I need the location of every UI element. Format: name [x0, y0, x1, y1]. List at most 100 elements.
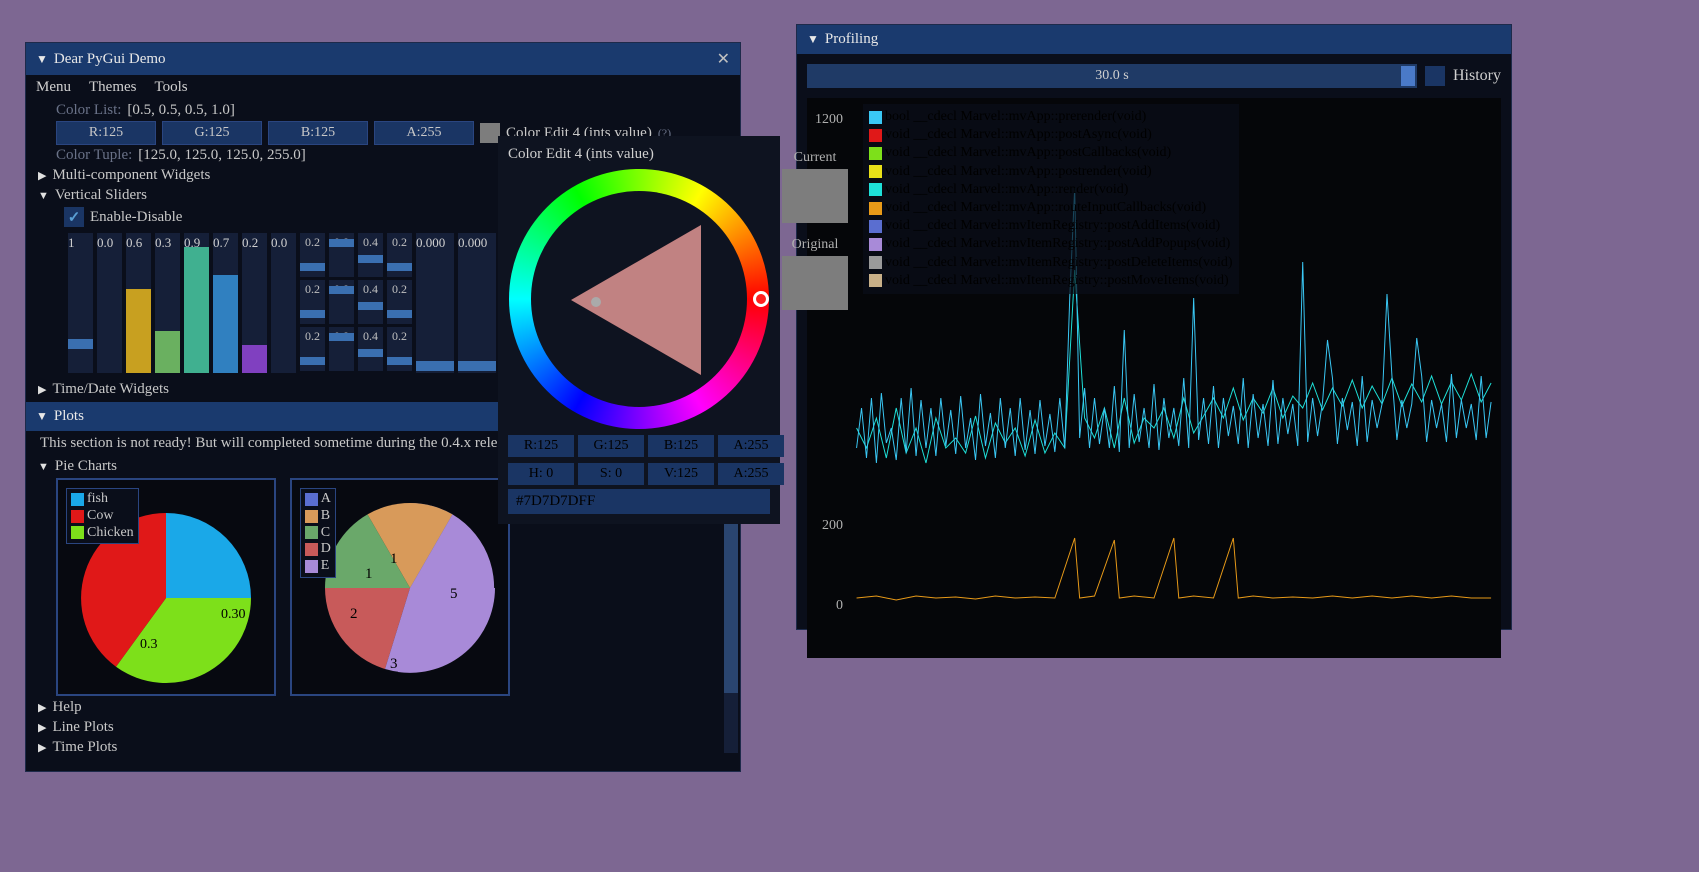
collapse-icon[interactable]: ▼ [807, 32, 819, 47]
menu-menu[interactable]: Menu [36, 79, 71, 96]
picker-r[interactable]: R:125 [508, 435, 574, 457]
menu-tools[interactable]: Tools [154, 79, 187, 96]
vslider-1[interactable]: 0.6 [126, 233, 151, 373]
mini-slider[interactable]: 0.4 [358, 280, 383, 324]
legend-label: bool __cdecl Marvel::mvApp::prerender(vo… [885, 108, 1146, 126]
color-a-field[interactable]: A:255 [374, 121, 474, 145]
menu-themes[interactable]: Themes [89, 79, 136, 96]
caret-down-icon: ▼ [38, 461, 49, 473]
mini-slider[interactable]: 0.2 [387, 327, 412, 371]
collapse-icon[interactable]: ▼ [36, 52, 48, 67]
original-label: Original [782, 237, 848, 253]
legend-item[interactable]: void __cdecl Marvel::mvItemRegistry::pos… [869, 235, 1233, 253]
tree-help[interactable]: ▶Help [38, 699, 728, 716]
mini-slider[interactable]: 0.2 [300, 327, 325, 371]
legend-item[interactable]: void __cdecl Marvel::mvItemRegistry::pos… [869, 217, 1233, 235]
legend-item[interactable]: void __cdecl Marvel::mvApp::routeInputCa… [869, 199, 1233, 217]
svg-text:0.3: 0.3 [140, 637, 158, 652]
legend-swatch-icon [869, 202, 882, 215]
mini-slider[interactable]: 0.4 [358, 233, 383, 277]
history-checkbox[interactable] [1425, 66, 1445, 86]
pie-chart-1[interactable]: 0.30 0.3 fish Cow Chicken [56, 478, 276, 696]
picker-h[interactable]: H: 0 [508, 463, 574, 485]
legend-swatch-icon [869, 165, 882, 178]
history-slider[interactable]: 30.0 s [807, 64, 1417, 88]
vslider-5[interactable]: 0.2 [242, 233, 267, 373]
caret-down-icon: ▼ [38, 190, 49, 202]
slider-handle-icon[interactable] [1401, 66, 1415, 86]
svg-text:1: 1 [365, 566, 373, 582]
vslider-col-0: 0.2 0.2 0.2 [300, 233, 325, 371]
picker-hex[interactable]: #7D7D7DFF [508, 489, 770, 514]
legend-swatch-icon [869, 256, 882, 269]
color-b-field[interactable]: B:125 [268, 121, 368, 145]
picker-swatches: Current Original [782, 150, 848, 310]
sv-handle-icon[interactable] [591, 297, 601, 307]
caret-right-icon: ▶ [38, 741, 46, 754]
legend-swatch-icon [869, 220, 882, 233]
legend-item[interactable]: void __cdecl Marvel::mvApp::postCallback… [869, 144, 1233, 162]
legend-item[interactable]: void __cdecl Marvel::mvItemRegistry::pos… [869, 254, 1233, 272]
legend-item[interactable]: bool __cdecl Marvel::mvApp::prerender(vo… [869, 108, 1233, 126]
color-tuple-label: Color Tuple: [56, 147, 132, 164]
demo-titlebar[interactable]: ▼ Dear PyGui Demo ✕ [26, 43, 740, 75]
legend-item[interactable]: void __cdecl Marvel::mvApp::postAsync(vo… [869, 126, 1233, 144]
profiling-plot[interactable]: 1200 200 0 bool __cdecl Marvel::mvApp::p… [807, 98, 1501, 658]
vslider-6[interactable]: 0.0 [271, 233, 296, 373]
pie-chart-2[interactable]: 5 3 2 1 1 A B C D E [290, 478, 510, 696]
legend-item[interactable]: void __cdecl Marvel::mvApp::render(void) [869, 181, 1233, 199]
picker-a2[interactable]: A:255 [718, 463, 784, 485]
tree-time-plots[interactable]: ▶Time Plots [38, 739, 728, 756]
vslider-int[interactable]: 1 [68, 233, 93, 373]
vslider-0[interactable]: 0.0 [97, 233, 122, 373]
color-list-value: [0.5, 0.5, 0.5, 1.0] [127, 102, 235, 119]
profiling-titlebar[interactable]: ▼ Profiling [797, 25, 1511, 54]
hue-handle-icon[interactable] [753, 291, 769, 307]
picker-v[interactable]: V:125 [648, 463, 714, 485]
close-icon[interactable]: ✕ [717, 49, 730, 69]
vslider-2[interactable]: 0.3 [155, 233, 180, 373]
mini-slider[interactable]: 0.2 [300, 233, 325, 277]
vslider-3[interactable]: 0.9 [184, 233, 209, 373]
picker-g[interactable]: G:125 [578, 435, 644, 457]
color-r-field[interactable]: R:125 [56, 121, 156, 145]
color-list-label: Color List: [56, 102, 121, 119]
color-picker-popup: Color Edit 4 (ints value) R:125 G:125 B:… [498, 136, 780, 524]
enable-disable-checkbox[interactable]: ✓ [64, 207, 84, 227]
caret-down-icon: ▼ [36, 409, 48, 424]
mini-slider[interactable]: 0.8 [329, 280, 354, 324]
vslider-wide-1[interactable]: 0.000 [458, 233, 496, 373]
profiling-window: ▼ Profiling 30.0 s History 1200 200 0 [796, 24, 1512, 630]
original-swatch[interactable] [782, 256, 848, 310]
legend-label: void __cdecl Marvel::mvApp::render(void) [885, 181, 1128, 199]
mini-slider[interactable]: 0.4 [358, 327, 383, 371]
profiling-legend: bool __cdecl Marvel::mvApp::prerender(vo… [863, 104, 1239, 294]
mini-slider[interactable]: 0.2 [387, 233, 412, 277]
vslider-col-2: 0.4 0.4 0.4 [358, 233, 383, 371]
vslider-4[interactable]: 0.7 [213, 233, 238, 373]
current-swatch[interactable] [782, 169, 848, 223]
vslider-wide-0[interactable]: 0.000 [416, 233, 454, 373]
color-g-field[interactable]: G:125 [162, 121, 262, 145]
mini-slider[interactable]: 0.8 [329, 327, 354, 371]
picker-title: Color Edit 4 (ints value) [508, 146, 770, 163]
picker-a[interactable]: A:255 [718, 435, 784, 457]
color-wheel[interactable] [509, 169, 769, 429]
legend-item[interactable]: void __cdecl Marvel::mvApp::postrender(v… [869, 163, 1233, 181]
legend-swatch-icon [869, 111, 882, 124]
mini-slider[interactable]: 0.2 [300, 280, 325, 324]
legend-swatch-icon [869, 183, 882, 196]
legend-item[interactable]: void __cdecl Marvel::mvItemRegistry::pos… [869, 272, 1233, 290]
picker-b[interactable]: B:125 [648, 435, 714, 457]
picker-hsv-row: H: 0 S: 0 V:125 A:255 [508, 463, 770, 485]
tree-line-plots[interactable]: ▶Line Plots [38, 719, 728, 736]
picker-s[interactable]: S: 0 [578, 463, 644, 485]
svg-text:3: 3 [390, 656, 398, 672]
legend-label: void __cdecl Marvel::mvApp::postCallback… [885, 144, 1171, 162]
svg-text:5: 5 [450, 586, 458, 602]
color-swatch[interactable] [480, 123, 500, 143]
current-label: Current [782, 150, 848, 166]
mini-slider[interactable]: 0.2 [387, 280, 412, 324]
vslider-col-3: 0.2 0.2 0.2 [387, 233, 412, 371]
mini-slider[interactable]: 0.8 [329, 233, 354, 277]
